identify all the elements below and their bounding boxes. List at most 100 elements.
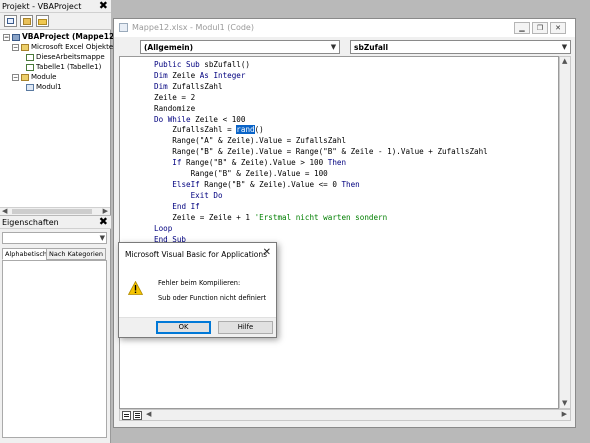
code-token: Loop [154,223,173,233]
module-icon [119,23,128,32]
full-module-view-button[interactable] [133,411,142,420]
tree-item-modul1[interactable]: Modul1 [26,82,62,92]
help-button[interactable]: Hilfe [218,321,273,334]
project-tree: − VBAProject (Mappe12.x − Microsoft Excel … [0,31,122,207]
properties-object-select[interactable]: ▼ [2,232,107,244]
restore-button[interactable]: ❐ [532,22,548,34]
code-line[interactable]: Range("B" & Zeile).Value = Range("B" & Z… [154,147,487,158]
tree-item-label: Microsoft Excel Objekte [31,43,114,51]
code-line[interactable]: End If [154,202,488,213]
code-line[interactable]: Zeile = 2 [154,93,488,104]
code-editor[interactable]: Public Sub sbZufall() Dim Zeile As Intege… [119,56,559,409]
tab-nach-kategorien[interactable]: Nach Kategorien [46,248,106,260]
scroll-left-icon[interactable]: ◀ [2,207,7,215]
tab-alphabetisch[interactable]: Alphabetisch [2,248,51,260]
project-explorer-toolbar [0,13,111,30]
tree-item-label: Modul1 [36,83,62,91]
collapse-icon[interactable]: − [12,43,19,51]
code-token: Zeile < 100 [190,114,246,124]
code-line[interactable]: Public Sub sbZufall() [154,60,488,71]
folder-icon [21,43,29,51]
code-line[interactable]: Zeile = Zeile + 1 'Erstmal nicht warten … [154,213,488,224]
code-token: Do While [154,114,191,124]
scroll-down-icon[interactable]: ▼ [562,399,567,407]
tree-item-workbook[interactable]: DieseArbeitsmappe [26,52,105,62]
minimize-button[interactable]: ▁ [514,22,530,34]
folder-icon [21,73,29,81]
close-icon[interactable]: ✕ [263,247,271,259]
object-combobox[interactable]: (Allgemein) ▼ [140,40,340,54]
properties-pane: Eigenschaften ✖ ▼ Alphabetisch Nach Kate… [0,216,111,443]
scrollbar-thumb[interactable] [12,209,92,214]
code-line[interactable]: Loop [154,224,488,235]
object-combobox-value: (Allgemein) [144,43,194,52]
code-token: Zeile [167,70,200,80]
scroll-right-icon[interactable]: ▶ [562,410,567,418]
code-token: ElseIf [172,179,200,189]
collapse-icon[interactable]: − [3,33,10,41]
chevron-down-icon[interactable]: ▼ [559,41,570,53]
code-line[interactable]: Randomize [154,104,488,115]
code-token: Range("B" & Zeile).Value > 100 [181,158,328,168]
tree-item-vbaproject[interactable]: − VBAProject (Mappe12.x [3,32,122,42]
procedure-combobox[interactable]: sbZufall ▼ [350,40,571,54]
close-icon[interactable]: ✖ [99,216,108,228]
code-token: Then [327,158,347,168]
code-line[interactable]: ElseIf Range("B" & Zeile).Value <= 0 The… [154,180,488,191]
view-code-icon [7,18,14,24]
procedure-view-button[interactable] [122,411,131,420]
code-line[interactable]: Range("B" & Zeile).Value = 100 [154,169,488,180]
code-token: () [254,125,264,135]
code-bottom-bar: ◀ ▶ [119,409,571,421]
project-horizontal-scrollbar[interactable]: ◀ ▶ [0,207,110,215]
view-object-button[interactable] [20,15,33,27]
code-vertical-scrollbar[interactable]: ▲ ▼ [559,56,571,409]
selected-code-token: rand [236,125,255,135]
code-token: Range("B" & Zeile).Value <= 0 [199,179,342,189]
properties-grid[interactable] [2,260,107,438]
code-token: Randomize [154,103,196,113]
code-token: Zeile = Zeile + 1 [154,212,255,222]
code-line[interactable]: If Range("B" & Zeile).Value > 100 Then [154,158,488,169]
close-icon[interactable]: ✖ [99,0,108,12]
ok-button[interactable]: OK [156,321,211,334]
chevron-down-icon[interactable]: ▼ [100,234,105,242]
code-token: 'Erstmal nicht warten sondern [254,212,388,222]
collapse-icon[interactable]: − [12,73,19,81]
chevron-down-icon[interactable]: ▼ [328,41,339,53]
scroll-up-icon[interactable]: ▲ [562,57,567,65]
properties-titlebar: Eigenschaften ✖ [0,216,111,229]
code-window-title: Mappe12.xlsx - Modul1 (Code) [132,23,254,32]
close-icon: ✕ [555,24,561,32]
project-explorer-titlebar: Projekt - VBAProject ✖ [0,0,111,13]
code-token: Exit Do [190,190,223,200]
scroll-right-icon[interactable]: ▶ [103,207,108,215]
view-code-button[interactable] [4,15,17,27]
code-line[interactable]: Exit Do [154,191,488,202]
code-lines[interactable]: Public Sub sbZufall() Dim Zeile As Intege… [154,60,488,245]
code-line[interactable]: Dim ZufallsZahl [154,82,488,93]
tree-item-tabelle1[interactable]: Tabelle1 (Tabelle1) [26,62,101,72]
code-line[interactable]: ZufallsZahl = rand() [154,125,488,136]
code-line[interactable]: Do While Zeile < 100 [154,115,488,126]
close-button[interactable]: ✕ [550,22,566,34]
dialog-title: Microsoft Visual Basic for Applications [125,250,268,259]
toggle-folders-button[interactable] [36,15,49,27]
code-token: Public Sub [154,60,200,69]
project-explorer-title: Projekt - VBAProject [2,2,82,11]
code-token: As Integer [199,70,246,80]
scroll-left-icon[interactable]: ◀ [146,410,151,418]
code-line[interactable]: Dim Zeile As Integer [154,71,488,82]
code-token: Range("B" & Zeile).Value = 100 [154,169,328,179]
code-token: End If [172,201,200,211]
properties-title: Eigenschaften [2,218,59,227]
procedure-combobox-value: sbZufall [354,43,389,52]
tree-item-label: VBAProject (Mappe12.x [22,32,122,41]
tree-item-module-folder[interactable]: − Module [12,72,56,82]
restore-icon: ❐ [536,24,544,32]
code-line[interactable]: Range("A" & Zeile).Value = ZufallsZahl [154,136,488,147]
tree-item-excel-objects[interactable]: − Microsoft Excel Objekte [12,42,113,52]
